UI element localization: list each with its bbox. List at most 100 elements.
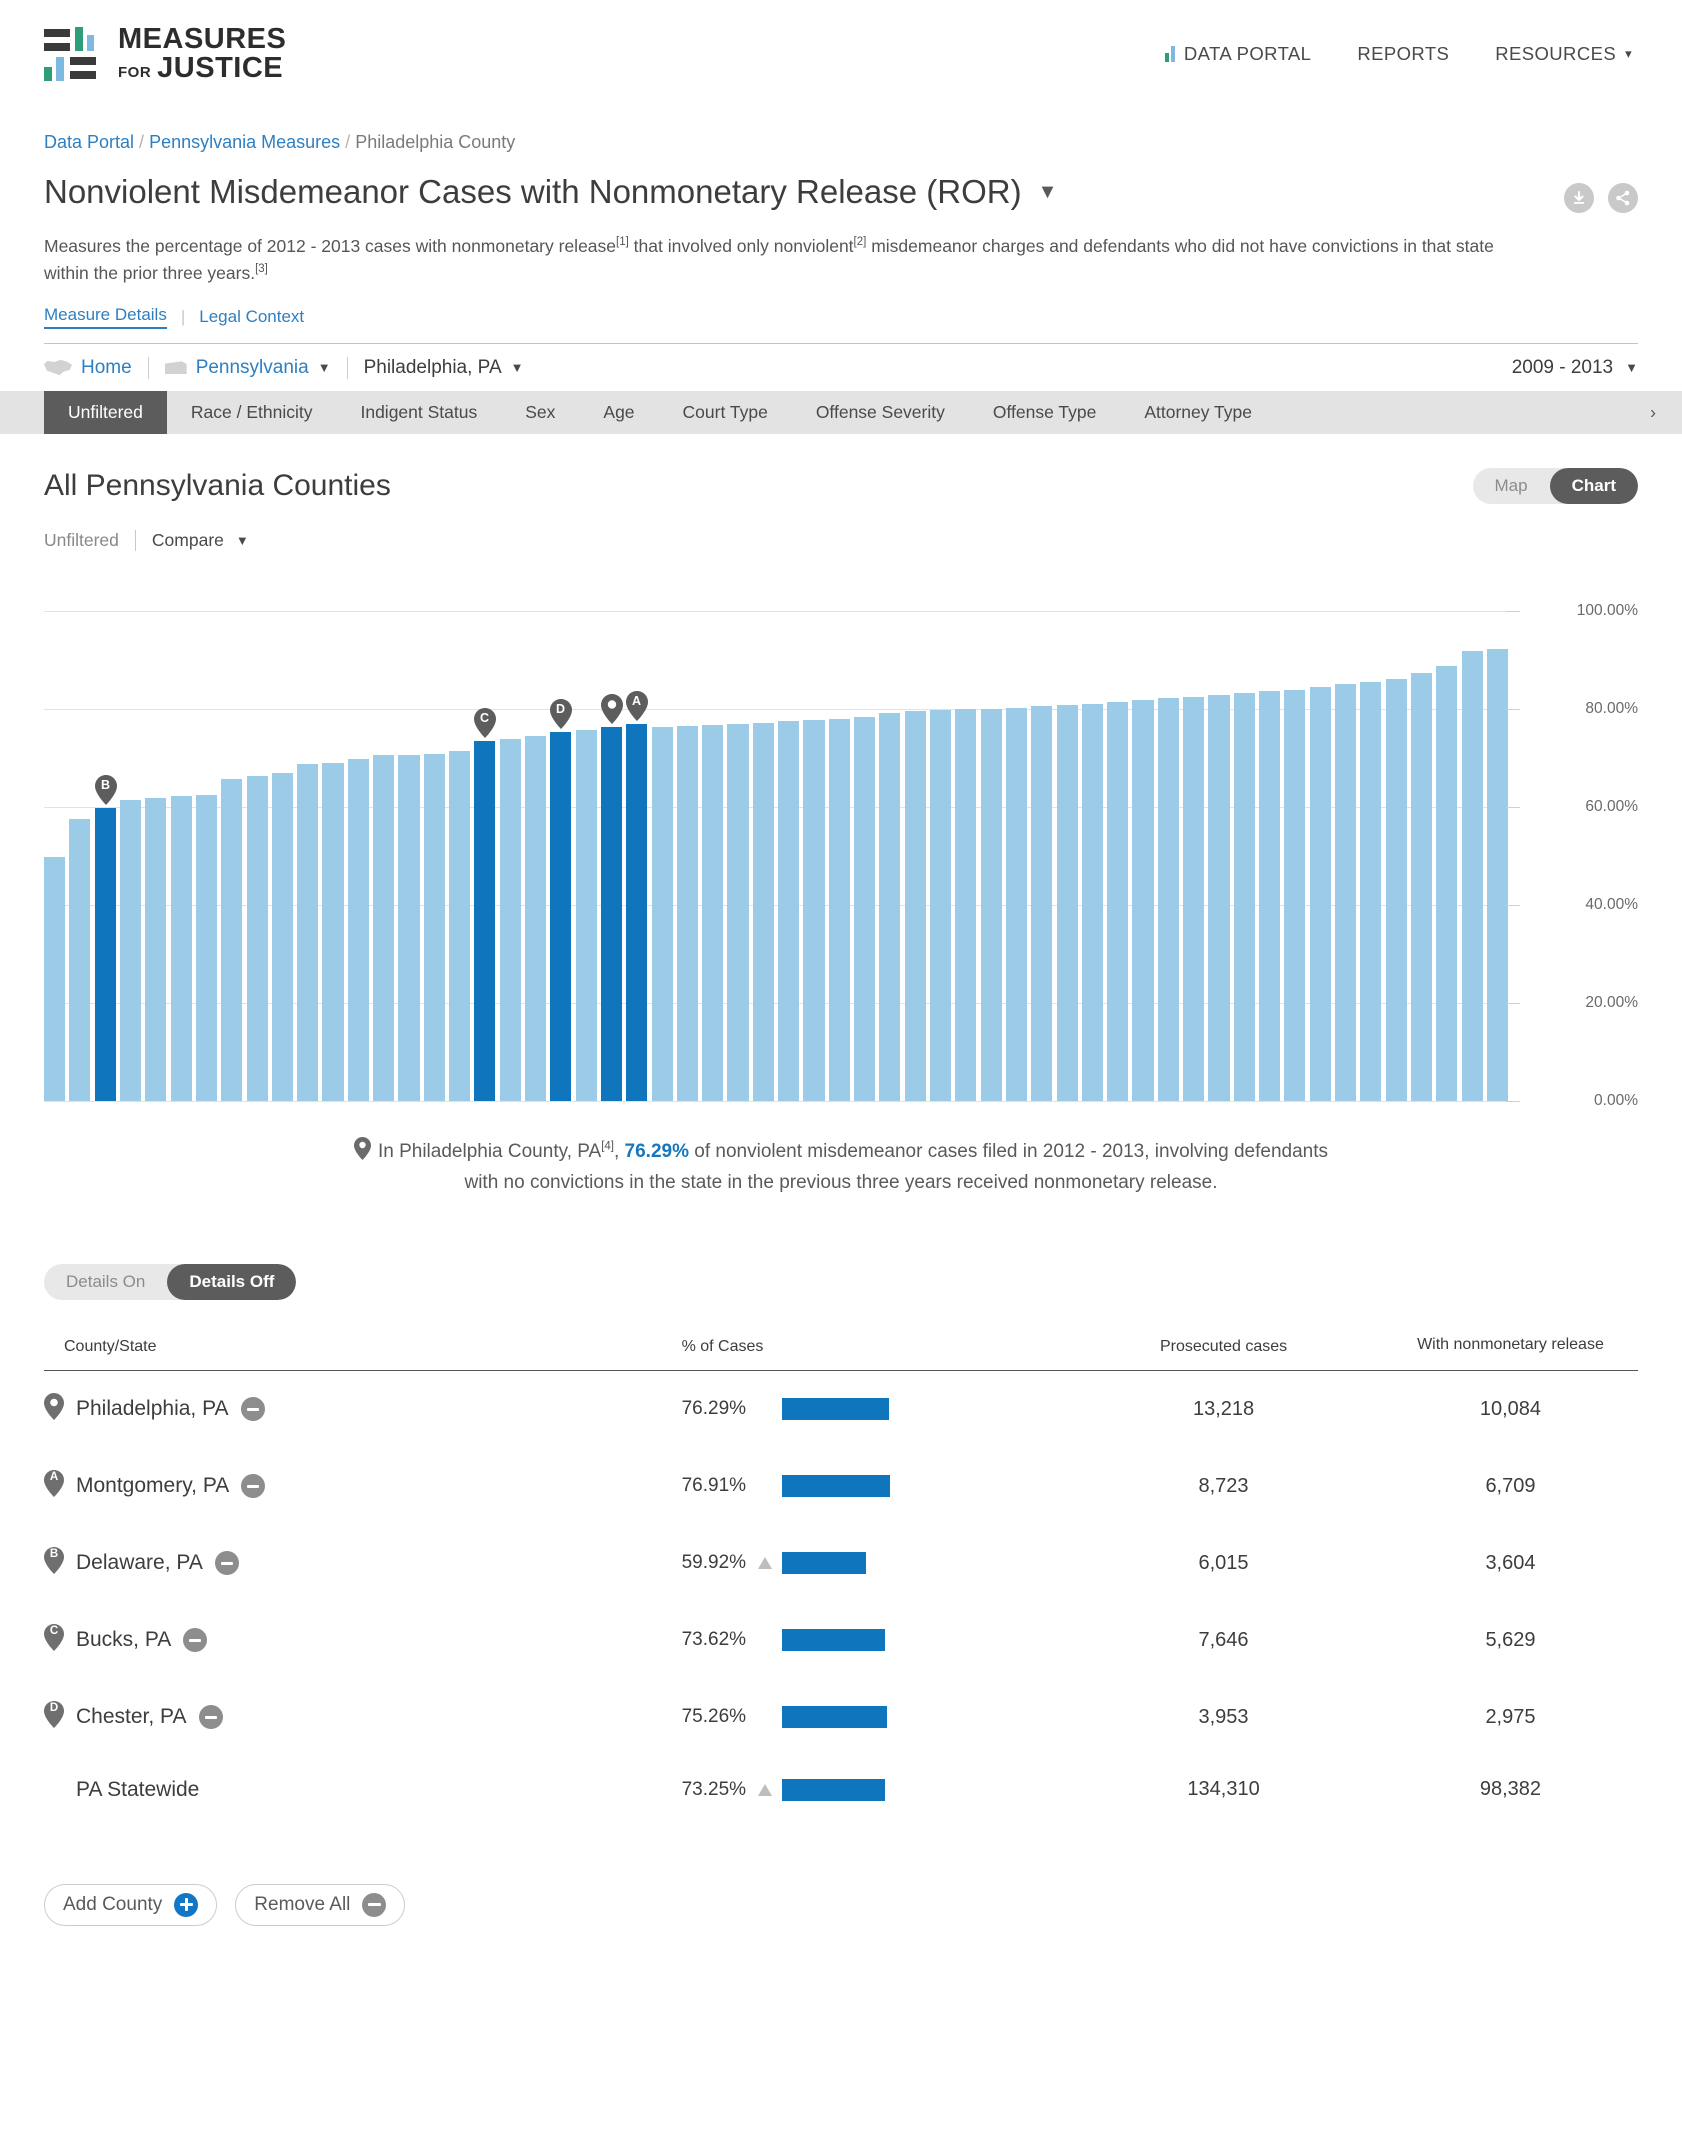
- chart-bar[interactable]: [322, 762, 344, 1102]
- chart-bar[interactable]: [727, 723, 749, 1102]
- footnote-ref-3[interactable]: [3]: [255, 263, 268, 275]
- breadcrumb-data-portal[interactable]: Data Portal: [44, 132, 134, 152]
- chart-marker-pin[interactable]: [600, 694, 623, 725]
- toggle-chart[interactable]: Chart: [1549, 468, 1638, 505]
- filter-tab-age[interactable]: Age: [579, 391, 658, 434]
- chart-bar[interactable]: [373, 755, 395, 1102]
- chart-bar[interactable]: [575, 730, 597, 1102]
- chart-bar[interactable]: [1005, 707, 1027, 1102]
- chart-bar[interactable]: [1309, 686, 1331, 1102]
- chart-bar[interactable]: [271, 772, 293, 1102]
- location-county[interactable]: Philadelphia, PA ▼: [346, 356, 540, 379]
- chart-bar[interactable]: [499, 739, 521, 1102]
- chart-bar[interactable]: [297, 764, 319, 1102]
- chart-bar[interactable]: [1081, 703, 1103, 1102]
- chart-bar[interactable]: [854, 717, 876, 1102]
- chart-marker-pin[interactable]: D: [549, 699, 572, 730]
- chart-bar[interactable]: [246, 776, 268, 1102]
- location-home[interactable]: Home: [44, 357, 148, 379]
- chart-bar[interactable]: [828, 718, 850, 1102]
- link-measure-details[interactable]: Measure Details: [44, 305, 167, 330]
- chart-bar[interactable]: [676, 725, 698, 1102]
- chart-bar[interactable]: [1031, 706, 1053, 1102]
- footnote-ref-4[interactable]: [4]: [601, 1141, 614, 1153]
- chart-bar[interactable]: [550, 732, 572, 1102]
- chart-bar[interactable]: [1410, 673, 1432, 1102]
- chart-marker-pin[interactable]: B: [94, 774, 117, 805]
- filter-tab-race-ethnicity[interactable]: Race / Ethnicity: [167, 391, 337, 434]
- chart-bar[interactable]: [1208, 694, 1230, 1102]
- nav-resources[interactable]: RESOURCES ▾: [1495, 43, 1632, 65]
- chart-bar[interactable]: [904, 711, 926, 1102]
- filter-tabs-next-arrow[interactable]: ›: [1624, 391, 1682, 434]
- chart-bar[interactable]: [1461, 651, 1483, 1102]
- chart-bar[interactable]: [423, 754, 445, 1102]
- chart-bar[interactable]: [69, 819, 91, 1102]
- nav-reports[interactable]: REPORTS: [1357, 43, 1449, 65]
- remove-row-button[interactable]: [241, 1474, 266, 1499]
- filter-tab-unfiltered[interactable]: Unfiltered: [44, 391, 167, 435]
- warning-icon[interactable]: [757, 1783, 772, 1796]
- chart-bar[interactable]: [1334, 684, 1357, 1102]
- location-state[interactable]: Pennsylvania ▼: [147, 356, 347, 379]
- chart-bar[interactable]: [170, 796, 192, 1102]
- chart-bar[interactable]: [929, 710, 952, 1102]
- year-range-selector[interactable]: 2009 - 2013 ▼: [1512, 357, 1638, 379]
- chart-bar[interactable]: [1233, 692, 1255, 1102]
- chart-bar[interactable]: [347, 759, 369, 1102]
- filter-tab-indigent-status[interactable]: Indigent Status: [336, 391, 501, 434]
- chart-bar[interactable]: [1183, 696, 1205, 1102]
- chart-bar[interactable]: [449, 751, 471, 1102]
- toggle-map[interactable]: Map: [1473, 468, 1550, 504]
- chart-bar[interactable]: [221, 778, 243, 1102]
- breadcrumb-pa-measures[interactable]: Pennsylvania Measures: [149, 132, 340, 152]
- chart-bar[interactable]: [1360, 682, 1382, 1102]
- remove-row-button[interactable]: [240, 1397, 265, 1422]
- warning-icon[interactable]: [757, 1557, 772, 1570]
- chart-bar[interactable]: [524, 736, 547, 1102]
- details-on[interactable]: Details On: [44, 1264, 167, 1300]
- link-legal-context[interactable]: Legal Context: [199, 307, 304, 327]
- chart-bar[interactable]: [145, 798, 167, 1102]
- chart-bar[interactable]: [803, 719, 825, 1102]
- filter-tab-attorney-type[interactable]: Attorney Type: [1120, 391, 1276, 434]
- chart-bar[interactable]: [879, 713, 901, 1102]
- chart-marker-pin[interactable]: A: [625, 691, 648, 722]
- remove-row-button[interactable]: [198, 1705, 223, 1730]
- chart-bar[interactable]: [1157, 697, 1179, 1102]
- chart-bar[interactable]: [1436, 665, 1458, 1102]
- chart-bar[interactable]: [398, 754, 420, 1102]
- filter-tab-offense-type[interactable]: Offense Type: [969, 391, 1120, 434]
- chevron-down-icon[interactable]: ▼: [1038, 181, 1058, 204]
- chart-bar[interactable]: [600, 727, 622, 1102]
- chart-bar[interactable]: [1486, 649, 1508, 1102]
- download-icon[interactable]: [1564, 183, 1594, 213]
- nav-data-portal[interactable]: DATA PORTAL: [1164, 43, 1311, 65]
- chart-bar[interactable]: [195, 794, 217, 1102]
- chart-marker-pin[interactable]: C: [473, 707, 496, 738]
- chart-bar[interactable]: [626, 724, 648, 1102]
- chart-bar[interactable]: [474, 740, 496, 1102]
- filter-tab-court-type[interactable]: Court Type: [659, 391, 792, 434]
- chart-bar[interactable]: [752, 722, 774, 1102]
- chart-bar[interactable]: [651, 726, 673, 1102]
- details-off[interactable]: Details Off: [167, 1264, 297, 1301]
- chart-bar[interactable]: [980, 708, 1002, 1102]
- remove-row-button[interactable]: [214, 1551, 239, 1576]
- remove-all-button[interactable]: Remove All: [235, 1883, 406, 1926]
- chart-bar[interactable]: [1056, 704, 1078, 1102]
- chart-bar[interactable]: [1385, 679, 1407, 1102]
- chart-bar[interactable]: [1132, 699, 1154, 1102]
- filter-tab-sex[interactable]: Sex: [501, 391, 579, 434]
- footnote-ref-2[interactable]: [2]: [854, 236, 867, 248]
- chart-bar[interactable]: [1284, 689, 1306, 1102]
- remove-row-button[interactable]: [183, 1628, 208, 1653]
- site-logo[interactable]: MEASURES FOR JUSTICE: [44, 25, 286, 83]
- chart-bar[interactable]: [955, 709, 977, 1102]
- chart-bar[interactable]: [702, 724, 724, 1102]
- chart-bar[interactable]: [94, 807, 116, 1102]
- footnote-ref-1[interactable]: [1]: [616, 236, 629, 248]
- chart-bar[interactable]: [778, 721, 800, 1102]
- chart-bar[interactable]: [119, 800, 142, 1102]
- compare-dropdown[interactable]: Compare ▼: [134, 530, 249, 552]
